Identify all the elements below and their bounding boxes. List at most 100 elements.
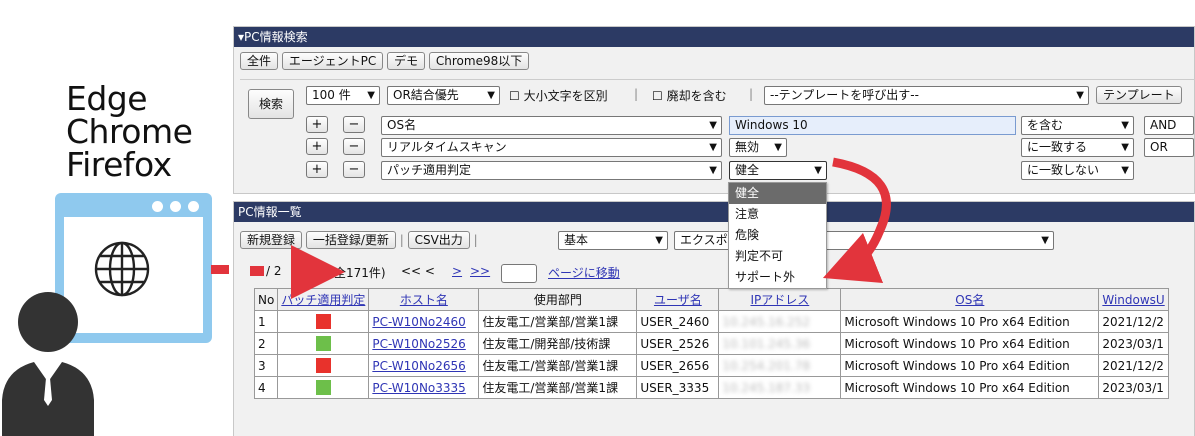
search-panel-title: ▾PC情報検索	[234, 27, 1194, 47]
condition-op-select[interactable]: に一致しない ▼	[1021, 161, 1134, 180]
search-panel: ▾PC情報検索 全件 エージェントPC デモ Chrome98以下 検索 100…	[233, 26, 1195, 194]
cell-ip: 10.245.16.252	[718, 310, 842, 333]
add-condition-button[interactable]: +	[306, 161, 328, 178]
dropdown-option[interactable]: サポート外	[729, 267, 826, 288]
cell-username: USER_2460	[636, 310, 720, 333]
dropdown-option[interactable]: 健全	[729, 183, 826, 204]
remove-condition-button[interactable]: −	[343, 138, 365, 155]
count-select[interactable]: 100 件 ▼	[306, 86, 380, 105]
dropdown-option[interactable]: 注意	[729, 204, 826, 225]
table-row: 3 PC-W10No2656 住友電工/営業部/営業1課 USER_2656 10.25…	[253, 354, 1169, 377]
remove-condition-button[interactable]: −	[343, 116, 365, 133]
csv-export-button[interactable]: CSV出力	[407, 231, 470, 249]
window-dot-icon	[170, 201, 181, 212]
cell-department: 住友電工/開発部/技術課	[478, 332, 638, 355]
dropdown-option[interactable]: 判定不可	[729, 246, 826, 267]
search-button[interactable]: 検索	[248, 89, 295, 119]
pager-prev[interactable]: << <	[401, 264, 435, 278]
chevron-down-icon: ▼	[1076, 90, 1084, 101]
col-department: 使用部門	[478, 288, 638, 311]
case-sensitive-option[interactable]: ☐ 大小文字を区別	[509, 87, 608, 104]
status-square	[315, 336, 331, 351]
cell-username: USER_3335	[636, 376, 720, 399]
col-ip[interactable]: IPアドレス	[718, 288, 842, 311]
cell-username: USER_2656	[636, 354, 720, 377]
table-row: 2 PC-W10No2526 住友電工/開発部/技術課 USER_2526 10.101…	[253, 332, 1169, 355]
priority-select[interactable]: OR結合優先 ▼	[387, 86, 500, 105]
cell-username: USER_2526	[636, 332, 720, 355]
cell-no: 4	[253, 376, 279, 399]
new-register-button[interactable]: 新規登録	[240, 231, 303, 249]
table-row: 1 PC-W10No2460 住友電工/営業部/営業1課 USER_2460 10.24…	[253, 310, 1169, 333]
cell-department: 住友電工/営業部/営業1課	[478, 310, 638, 333]
cell-hostname[interactable]: PC-W10No2460	[368, 310, 480, 333]
goto-page-link[interactable]: ページに移動	[548, 264, 620, 281]
add-condition-button[interactable]: +	[306, 116, 328, 133]
chevron-down-icon: ▼	[1121, 165, 1129, 176]
cell-patch-status	[277, 310, 370, 333]
user-icon	[2, 292, 94, 436]
pager-total: 全171件)	[334, 266, 386, 280]
chevron-down-icon: ▼	[655, 235, 663, 246]
cell-hostname[interactable]: PC-W10No2526	[368, 332, 480, 355]
condition-value-select-open[interactable]: 健全 ▼	[729, 161, 827, 180]
view-select[interactable]: 基本 ▼	[558, 231, 668, 250]
col-os[interactable]: OS名	[840, 288, 1100, 311]
cell-no: 1	[253, 310, 279, 333]
quick-chrome98-button[interactable]: Chrome98以下	[428, 52, 530, 70]
col-patch-status[interactable]: パッチ適用判定	[277, 288, 370, 311]
pager-next[interactable]: >	[452, 264, 462, 278]
condition-field-select[interactable]: リアルタイムスキャン ▼	[381, 138, 722, 157]
chevron-down-icon: ▼	[774, 142, 782, 153]
col-hostname[interactable]: ホスト名	[368, 288, 480, 311]
quick-all-button[interactable]: 全件	[240, 52, 279, 70]
cell-ip: 10.254.201.78	[718, 354, 842, 377]
cell-os: Microsoft Windows 10 Pro x64 Edition	[840, 332, 1100, 355]
cell-windows-update: 2023/03/1	[1098, 376, 1169, 399]
template-button[interactable]: テンプレート	[1096, 86, 1182, 104]
include-disposed-option[interactable]: ☐ 廃却を含む	[652, 87, 727, 104]
page-number-input[interactable]	[501, 264, 537, 283]
condition-field-select[interactable]: パッチ適用判定 ▼	[381, 161, 722, 180]
chevron-down-icon: ▼	[709, 165, 717, 176]
condition-value-input[interactable]: Windows 10	[729, 116, 1016, 135]
dropdown-option[interactable]: 危険	[729, 225, 826, 246]
cell-os: Microsoft Windows 10 Pro x64 Edition	[840, 354, 1100, 377]
quick-demo-button[interactable]: デモ	[387, 52, 426, 70]
chevron-down-icon: ▼	[1121, 120, 1129, 131]
cell-os: Microsoft Windows 10 Pro x64 Edition	[840, 310, 1100, 333]
patch-status-dropdown[interactable]: 健全 注意 危険 判定不可 サポート外	[728, 182, 827, 289]
condition-field-select[interactable]: OS名 ▼	[381, 116, 722, 135]
window-dot-icon	[152, 201, 163, 212]
condition-op-select[interactable]: に一致する ▼	[1021, 138, 1134, 157]
condition-join-select[interactable]: OR	[1144, 138, 1194, 157]
add-condition-button[interactable]: +	[306, 138, 328, 155]
browser-names: Edge Chrome Firefox	[66, 82, 193, 184]
cell-windows-update: 2021/12/2	[1098, 354, 1169, 377]
remove-condition-button[interactable]: −	[343, 161, 365, 178]
cell-patch-status	[277, 354, 370, 377]
condition-value-select[interactable]: 無効 ▼	[729, 138, 787, 157]
chevron-down-icon: ▼	[709, 142, 717, 153]
cell-hostname[interactable]: PC-W10No3335	[368, 376, 480, 399]
chevron-down-icon: ▼	[487, 90, 495, 101]
col-windows-update[interactable]: WindowsU	[1098, 288, 1169, 311]
cell-no: 3	[253, 354, 279, 377]
condition-join-select[interactable]: AND	[1144, 116, 1194, 135]
chevron-down-icon: ▼	[709, 120, 717, 131]
browser-name-firefox: Firefox	[66, 145, 172, 184]
cell-ip: 10.245.187.33	[718, 376, 842, 399]
condition-op-select[interactable]: を含む ▼	[1021, 116, 1134, 135]
bulk-register-button[interactable]: 一括登録/更新	[305, 231, 396, 249]
quick-agent-pc-button[interactable]: エージェントPC	[281, 52, 384, 70]
cell-department: 住友電工/営業部/営業1課	[478, 354, 638, 377]
cell-windows-update: 2023/03/1	[1098, 332, 1169, 355]
status-square	[315, 314, 331, 329]
pager-last[interactable]: >>	[470, 264, 490, 278]
cell-hostname[interactable]: PC-W10No2656	[368, 354, 480, 377]
template-select[interactable]: --テンプレートを呼び出す-- ▼	[764, 86, 1089, 105]
col-username[interactable]: ユーザ名	[636, 288, 720, 311]
status-square	[315, 358, 331, 373]
chevron-down-icon: ▼	[814, 165, 822, 176]
list-panel-title: PC情報一覧	[234, 202, 1194, 222]
